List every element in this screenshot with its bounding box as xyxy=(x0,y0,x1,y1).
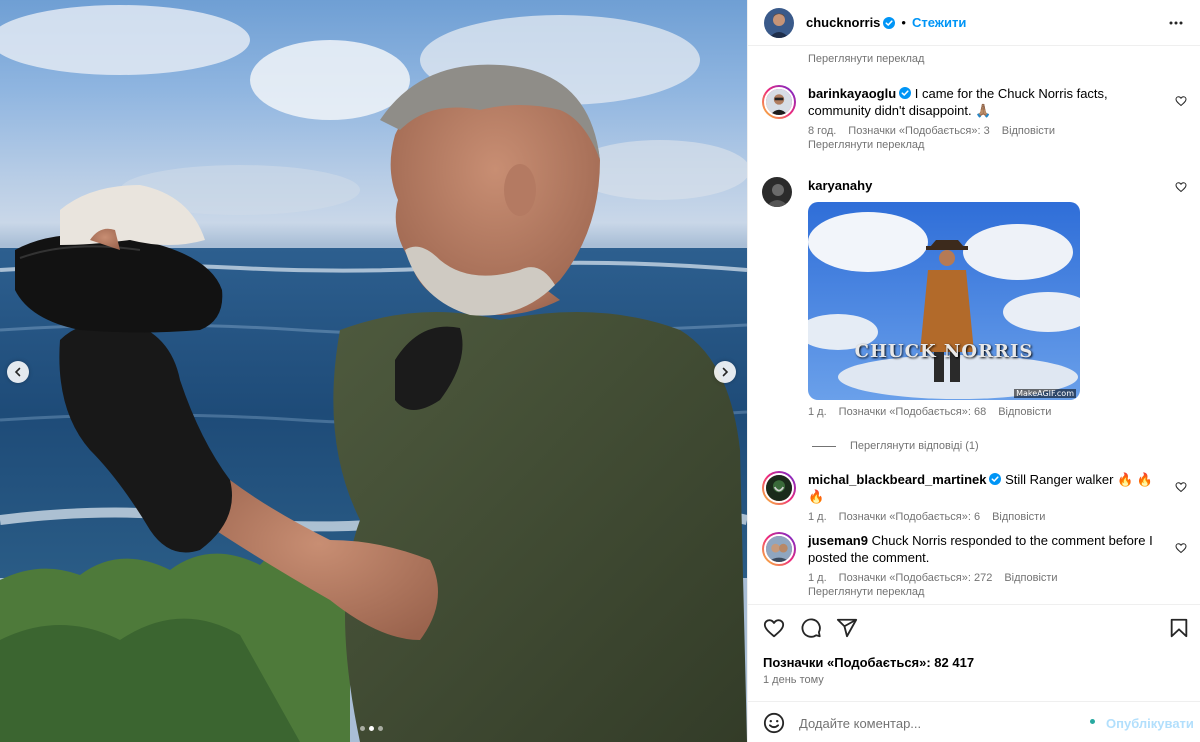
follow-button[interactable]: Стежити xyxy=(912,15,966,30)
comment-text: michal_blackbeard_martinek Still Ranger … xyxy=(808,471,1159,505)
comment-like-icon[interactable] xyxy=(1175,481,1187,493)
separator-dot: • xyxy=(901,15,906,30)
comment-like-icon[interactable] xyxy=(1175,181,1187,193)
reply-button[interactable]: Відповісти xyxy=(992,511,1045,523)
comment-username[interactable]: karyanahy xyxy=(808,178,872,193)
comment-icon[interactable] xyxy=(800,617,822,639)
see-translation-link[interactable]: Переглянути переклад xyxy=(808,53,924,65)
post-actions: Позначки «Подобається»: 82 417 1 день то… xyxy=(748,604,1200,686)
carousel-dot-active xyxy=(369,726,374,731)
likes-count[interactable]: Позначки «Подобається»: 82 417 xyxy=(763,655,974,670)
carousel-dot xyxy=(378,726,383,731)
share-icon[interactable] xyxy=(836,617,858,639)
reply-button[interactable]: Відповісти xyxy=(1004,572,1057,584)
comment-item: karyanahy CHUCK NORRIS MakeAGIF.com 1 д.… xyxy=(762,177,1187,418)
post-side-panel: chucknorris • Стежити Переглянути перекл… xyxy=(747,0,1200,742)
comment-like-icon[interactable] xyxy=(1175,95,1187,107)
comment-meta: 1 д. Позначки «Подобається»: 6 Відповіст… xyxy=(808,511,1187,523)
verified-badge-icon xyxy=(989,473,1002,485)
comment-username[interactable]: michal_blackbeard_martinek xyxy=(808,472,986,487)
commenter-avatar[interactable] xyxy=(762,177,792,207)
comment-text: barinkayaoglu I came for the Chuck Norri… xyxy=(808,85,1159,119)
chevron-left-icon xyxy=(14,367,21,377)
gif-title: CHUCK NORRIS xyxy=(854,341,1034,362)
comment-username[interactable]: barinkayaoglu xyxy=(808,86,896,101)
reply-button[interactable]: Відповісти xyxy=(1002,125,1055,137)
comment-input[interactable] xyxy=(799,711,1079,735)
carousel-prev-button[interactable] xyxy=(7,361,29,383)
replies-line xyxy=(812,445,836,447)
carousel-next-button[interactable] xyxy=(714,361,736,383)
verified-badge-icon xyxy=(883,16,896,29)
author-username[interactable]: chucknorris xyxy=(806,15,880,30)
comment-likes[interactable]: Позначки «Подобається»: 6 xyxy=(839,511,980,523)
comment-likes[interactable]: Позначки «Подобається»: 272 xyxy=(839,572,993,584)
view-replies-button[interactable]: Переглянути відповіді (1) xyxy=(812,440,979,452)
view-replies-label: Переглянути відповіді (1) xyxy=(850,440,979,452)
comment-meta: 1 д. Позначки «Подобається»: 272 Відпові… xyxy=(808,572,1187,584)
comment-time[interactable]: 1 д. xyxy=(808,406,827,418)
comment-item: juseman9 Chuck Norris responded to the c… xyxy=(762,532,1187,598)
gif-watermark: MakeAGIF.com xyxy=(1014,389,1076,398)
verified-badge-icon xyxy=(899,87,912,99)
carousel-dot xyxy=(360,726,365,731)
comment-likes[interactable]: Позначки «Подобається»: 68 xyxy=(839,406,987,418)
gif-image xyxy=(808,202,1080,400)
comment-username[interactable]: juseman9 xyxy=(808,533,868,548)
comment-gif[interactable]: CHUCK NORRIS MakeAGIF.com xyxy=(808,202,1080,400)
comment-meta: 1 д. Позначки «Подобається»: 68 Відповіс… xyxy=(808,406,1187,418)
author-avatar[interactable] xyxy=(764,7,794,38)
add-comment-bar: Опублікувати xyxy=(748,701,1200,742)
comment-time[interactable]: 1 д. xyxy=(808,511,827,523)
see-translation-link[interactable]: Переглянути переклад xyxy=(808,586,1187,598)
comment-text: juseman9 Chuck Norris responded to the c… xyxy=(808,532,1159,566)
comment-time[interactable]: 8 год. xyxy=(808,125,836,137)
comment-likes[interactable]: Позначки «Подобається»: 3 xyxy=(848,125,989,137)
more-horizontal-icon[interactable] xyxy=(1168,15,1184,31)
comment-text: karyanahy xyxy=(808,177,1159,194)
carousel-indicator xyxy=(360,726,383,731)
comment-like-icon[interactable] xyxy=(1175,542,1187,554)
comment-meta: 8 год. Позначки «Подобається»: 3 Відпові… xyxy=(808,125,1187,137)
reply-button[interactable]: Відповісти xyxy=(998,406,1051,418)
post-media[interactable] xyxy=(0,0,747,742)
post-timestamp[interactable]: 1 день тому xyxy=(763,674,824,686)
commenter-avatar[interactable] xyxy=(762,471,796,505)
typing-indicator-dot xyxy=(1090,719,1095,724)
commenter-avatar[interactable] xyxy=(762,85,796,119)
chevron-right-icon xyxy=(722,367,729,377)
comment-item: barinkayaoglu I came for the Chuck Norri… xyxy=(762,85,1187,151)
bookmark-icon[interactable] xyxy=(1168,617,1190,639)
comment-time[interactable]: 1 д. xyxy=(808,572,827,584)
post-header: chucknorris • Стежити xyxy=(748,0,1200,46)
commenter-avatar[interactable] xyxy=(762,532,796,566)
see-translation-link[interactable]: Переглянути переклад xyxy=(808,139,1187,151)
comments-list[interactable]: Переглянути переклад barinkayaoglu I cam… xyxy=(748,47,1200,604)
emoji-icon[interactable] xyxy=(763,712,785,734)
comment-item: michal_blackbeard_martinek Still Ranger … xyxy=(762,471,1187,523)
post-comment-button[interactable]: Опублікувати xyxy=(1106,716,1194,731)
heart-icon[interactable] xyxy=(763,617,785,639)
post-photo xyxy=(0,5,747,742)
